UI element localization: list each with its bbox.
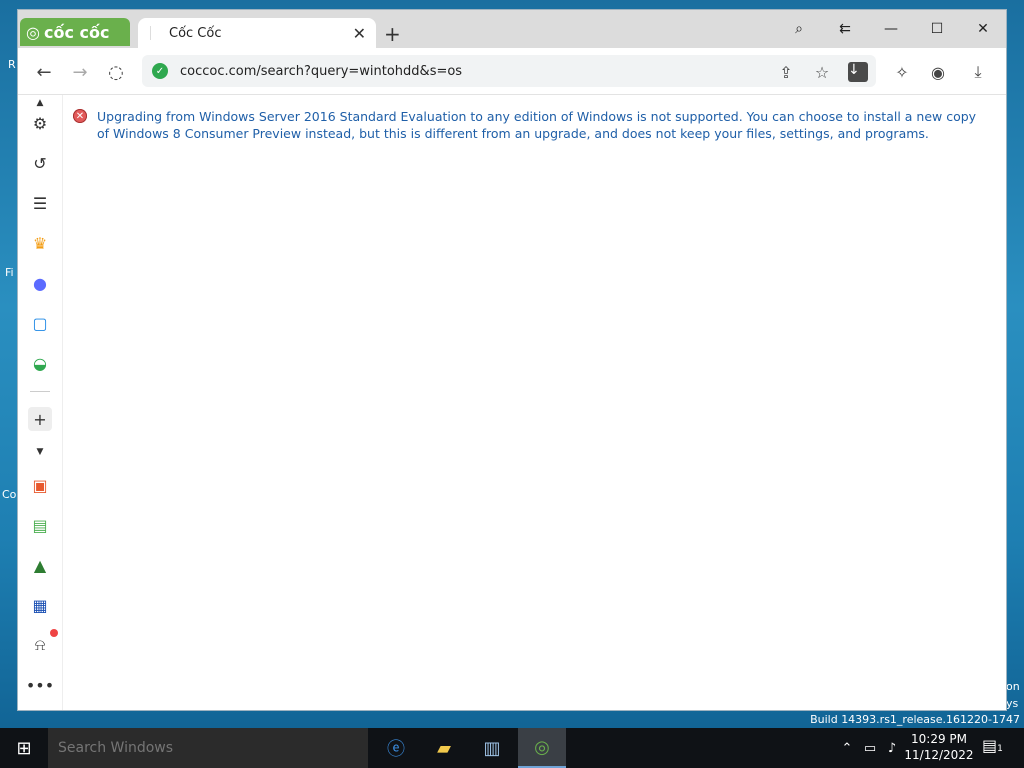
- sidebar-scroll-up-icon[interactable]: ▲: [28, 97, 52, 109]
- shopping-bag-icon[interactable]: ▤: [28, 513, 52, 537]
- notifications-bell-icon[interactable]: ⍾: [28, 629, 58, 657]
- desktop-watermark-fragment: on: [1006, 680, 1020, 693]
- game-controller-icon[interactable]: ◒: [28, 351, 52, 375]
- savefrom-download-icon[interactable]: ↓: [846, 60, 870, 84]
- file-explorer-icon[interactable]: ▰: [420, 728, 468, 768]
- page-content: ✕ Upgrading from Windows Server 2016 Sta…: [62, 95, 1006, 710]
- taskbar: ⊞ ⓔ ▰ ▥ ◎ ⌃ ▭ ♪ 10:29 PM 11/12/2022 ▤1: [0, 728, 1024, 768]
- action-center-icon[interactable]: ▤1: [982, 736, 1003, 755]
- notification-dot: [50, 629, 58, 637]
- desktop-watermark-fragment: ys: [1006, 697, 1019, 710]
- back-forward-cache-icon[interactable]: ⇇: [830, 16, 860, 42]
- new-tab-icon[interactable]: +: [384, 22, 401, 46]
- tab-favicon: [150, 26, 161, 40]
- sidebar: ▲ ⚙ ↺ ☰ ♛ ● ▢ ◒ + ▼ ▣ ▤ ▲ ▦ ⍾ •••: [18, 95, 63, 710]
- add-sidebar-item-icon[interactable]: +: [28, 407, 52, 431]
- coccoc-logo-icon: ◎: [26, 22, 40, 42]
- tab-title: Cốc Cốc: [169, 25, 222, 41]
- brand-name: cốc cốc: [43, 22, 110, 42]
- maximize-icon[interactable]: ☐: [922, 16, 952, 42]
- clock-time: 10:29 PM: [911, 732, 967, 746]
- url-input[interactable]: [178, 62, 742, 80]
- forward-icon[interactable]: →: [68, 60, 92, 84]
- stop-loading-icon[interactable]: ◌: [104, 60, 128, 84]
- build-watermark: Build 14393.rs1_release.161220-1747: [810, 713, 1020, 726]
- windows-start-icon[interactable]: ⊞: [0, 728, 48, 768]
- volume-muted-icon[interactable]: ♪: [882, 728, 902, 768]
- history-icon[interactable]: ↺: [28, 151, 52, 175]
- profile-icon[interactable]: ◉: [926, 60, 950, 84]
- desktop-icon-fragment: Co: [2, 488, 17, 501]
- secure-lock-icon[interactable]: ✓: [152, 63, 168, 79]
- back-icon[interactable]: ←: [32, 60, 56, 84]
- sidebar-expand-icon[interactable]: ▼: [28, 445, 52, 459]
- notification-count: 1: [997, 744, 1003, 754]
- zalo-icon[interactable]: ▢: [28, 311, 52, 335]
- share-icon[interactable]: ⇪: [774, 60, 798, 84]
- taskbar-search[interactable]: [48, 728, 368, 768]
- more-icon[interactable]: •••: [26, 673, 54, 697]
- downloads-icon[interactable]: ⤓: [966, 60, 990, 84]
- network-icon[interactable]: ▭: [860, 728, 880, 768]
- title-bar: ◎ cốc cốc Cốc Cốc ✕ + ⌕ ⇇ — ☐ ✕: [18, 10, 1006, 48]
- settings-icon[interactable]: ⚙: [28, 111, 52, 135]
- toolbar: ← → ◌ ✓ ⇪ ☆ ↓ ✧ ◉ ⤓: [18, 48, 1006, 95]
- coccoc-taskbar-icon[interactable]: ◎: [518, 728, 566, 768]
- crown-icon[interactable]: ♛: [28, 231, 52, 255]
- sidebar-divider: [30, 391, 50, 392]
- search-tabs-icon[interactable]: ⌕: [784, 16, 814, 42]
- close-window-icon[interactable]: ✕: [968, 16, 998, 42]
- error-icon: ✕: [73, 109, 87, 123]
- tab-close-icon[interactable]: ✕: [353, 24, 366, 43]
- server-manager-icon[interactable]: ▥: [468, 728, 516, 768]
- address-bar[interactable]: ✓: [142, 55, 876, 87]
- extensions-icon[interactable]: ✧: [890, 60, 914, 84]
- taskbar-search-input[interactable]: [56, 739, 360, 757]
- messenger-icon[interactable]: ●: [28, 271, 52, 295]
- browser-window: ◎ cốc cốc Cốc Cốc ✕ + ⌕ ⇇ — ☐ ✕ ← → ◌ ✓ …: [18, 10, 1006, 710]
- minimize-icon[interactable]: —: [876, 16, 906, 42]
- shopping-1111-icon[interactable]: ▣: [28, 473, 52, 497]
- tiki-icon[interactable]: ▦: [28, 593, 52, 617]
- tab-active[interactable]: Cốc Cốc ✕: [138, 18, 376, 48]
- system-clock[interactable]: 10:29 PM 11/12/2022: [900, 731, 978, 763]
- reading-list-icon[interactable]: ☰: [28, 191, 52, 215]
- clock-date: 11/12/2022: [904, 748, 974, 762]
- error-message: Upgrading from Windows Server 2016 Stand…: [97, 109, 977, 141]
- desktop-icon-fragment: R: [8, 58, 16, 71]
- tray-chevron-up-icon[interactable]: ⌃: [838, 728, 856, 768]
- bookmark-star-icon[interactable]: ☆: [810, 60, 834, 84]
- coccoc-logo[interactable]: ◎ cốc cốc: [20, 18, 130, 46]
- desktop-icon-fragment: Fi: [5, 266, 14, 279]
- internet-explorer-icon[interactable]: ⓔ: [372, 728, 420, 768]
- graduation-cap-icon[interactable]: ▲: [28, 553, 52, 577]
